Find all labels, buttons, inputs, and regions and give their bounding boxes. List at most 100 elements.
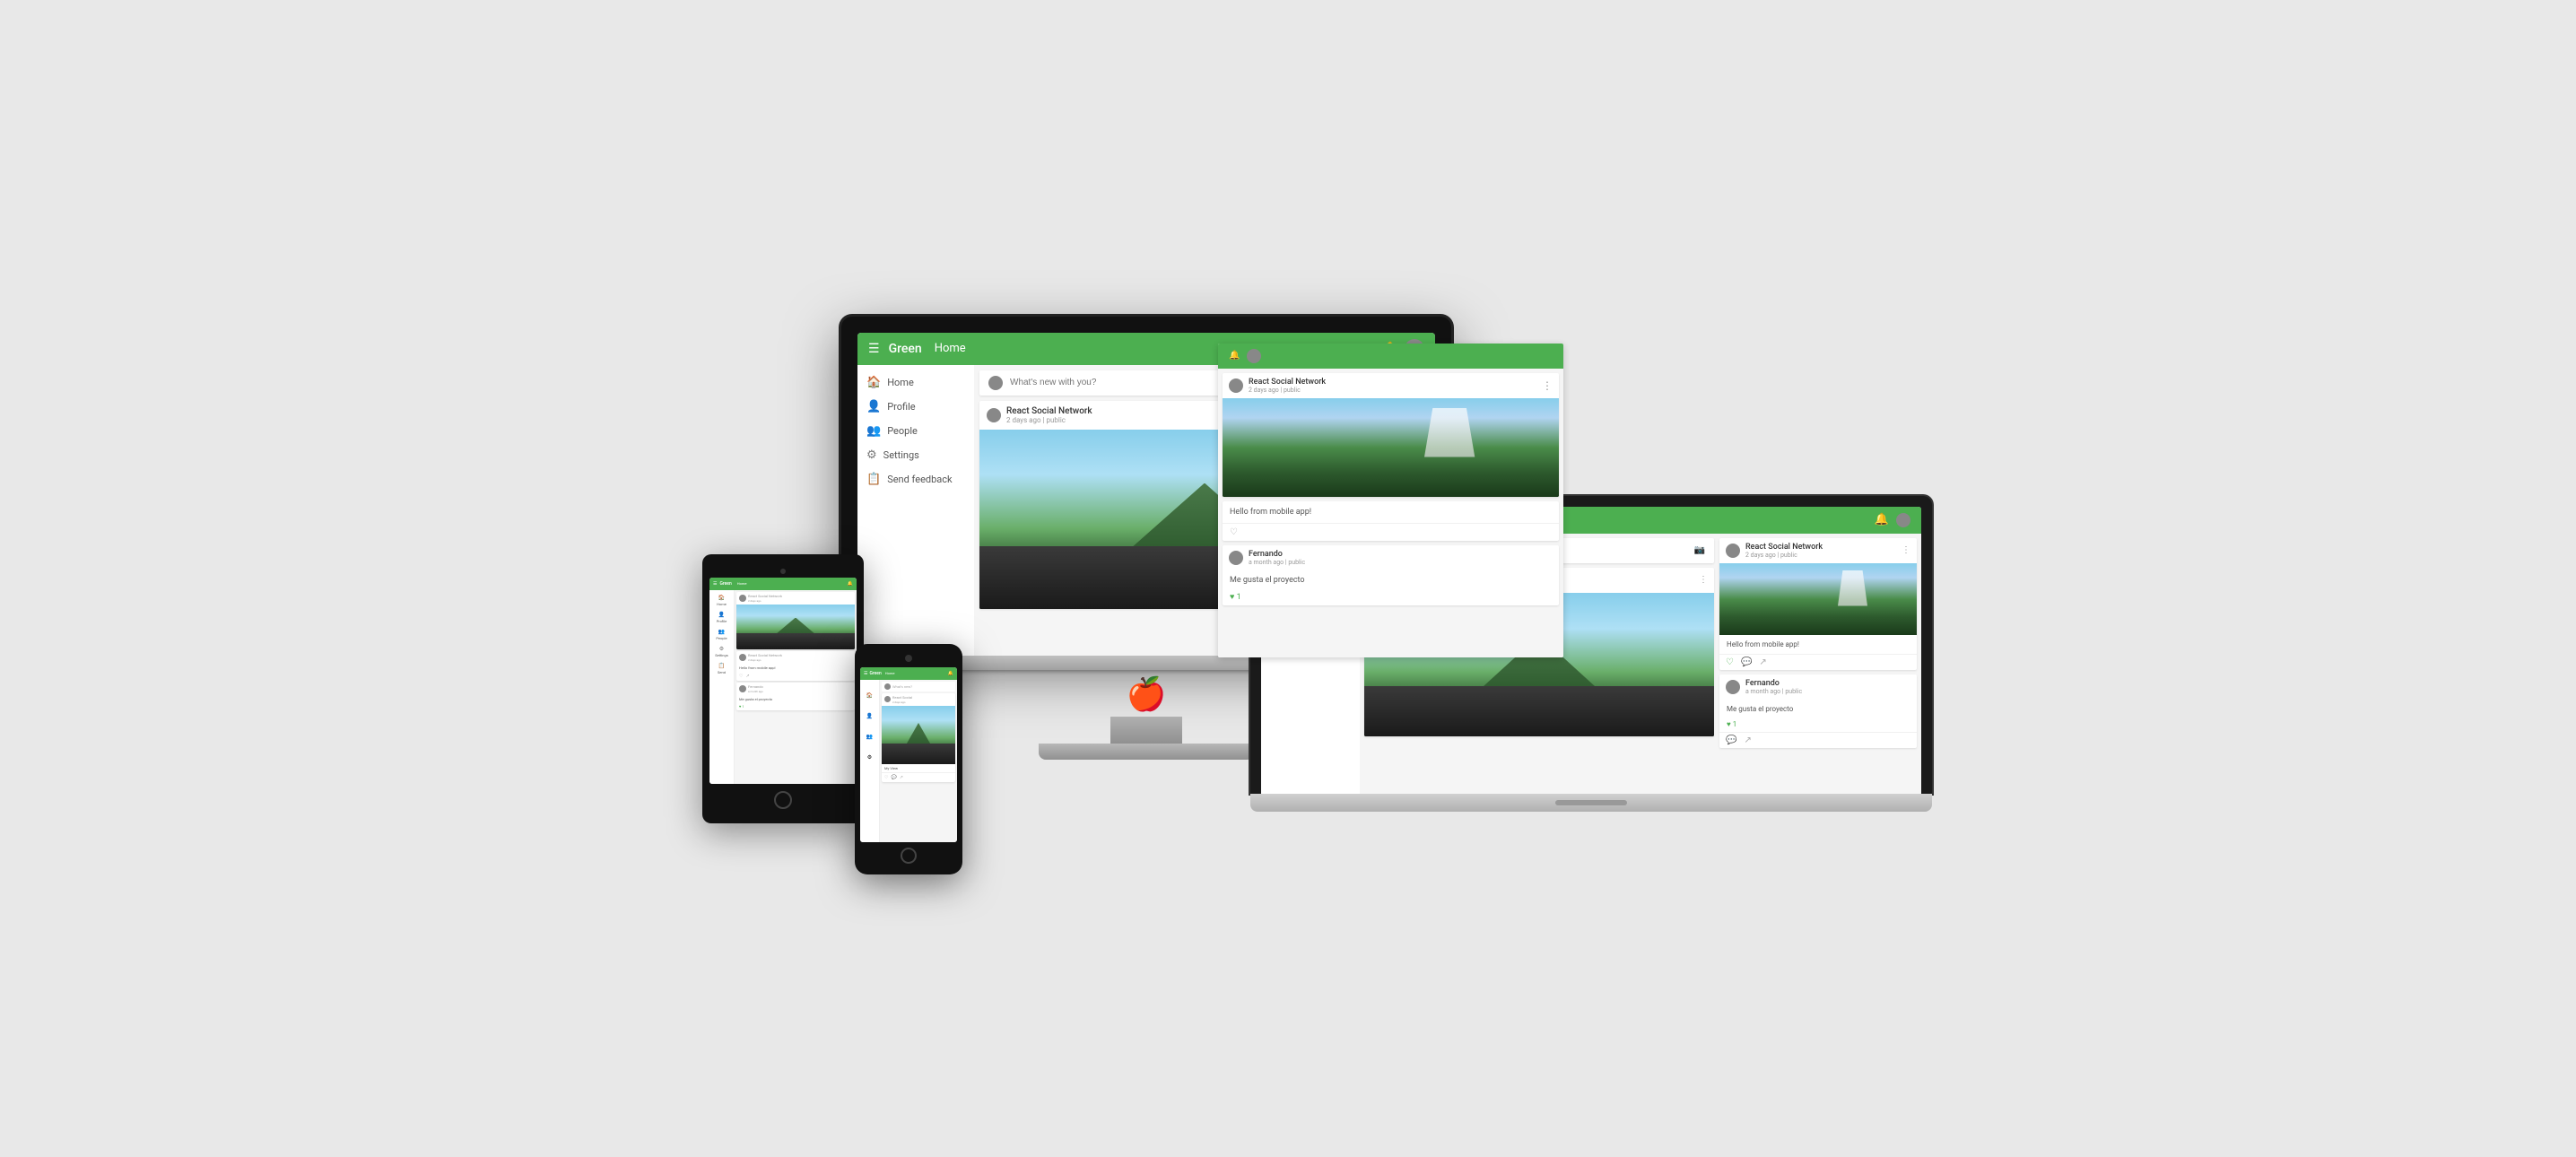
phone-compose: What's new? bbox=[882, 682, 955, 692]
phone-like-icon[interactable]: ♡ bbox=[884, 775, 888, 780]
mrp1-avatar bbox=[1229, 378, 1243, 393]
laptop-post-3-header: Fernando a month ago | public bbox=[1719, 674, 1917, 700]
monitor-right-avatar bbox=[1247, 349, 1261, 363]
tablet-p1-info: React Social Network2 days ago bbox=[748, 594, 782, 603]
laptop-post-2-image bbox=[1719, 563, 1917, 635]
phone-brand: Green bbox=[869, 671, 881, 676]
monitor-right-post-2: Hello from mobile app! ♡ bbox=[1223, 501, 1559, 541]
laptop-comment-icon[interactable]: 💬 bbox=[1741, 657, 1752, 667]
sidebar-item-profile[interactable]: 👤 Profile bbox=[857, 395, 974, 419]
phone-page: Home bbox=[885, 671, 948, 675]
mrp3-likes: ♥ 1 bbox=[1223, 590, 1559, 605]
laptop-camera-icon[interactable]: 📷 bbox=[1694, 545, 1705, 555]
monitor-right-post-3: Fernando a month ago | public Me gusta e… bbox=[1223, 545, 1559, 605]
compose-avatar bbox=[988, 376, 1003, 390]
phone-comment-icon[interactable]: 💬 bbox=[891, 775, 896, 780]
laptop-post-2-avatar bbox=[1726, 544, 1740, 558]
tablet-people-label: People bbox=[716, 636, 727, 640]
phone-p1-header: React Social2 days ago bbox=[882, 693, 955, 706]
phone-p1-actions: ♡ 💬 ↗ bbox=[882, 772, 955, 782]
tablet-home-label: Home bbox=[717, 602, 727, 606]
laptop-p3-share-icon[interactable]: ↗ bbox=[1744, 735, 1751, 745]
laptop-base bbox=[1250, 794, 1932, 812]
sidebar-item-settings[interactable]: ⚙ Settings bbox=[857, 443, 974, 467]
tablet-page: Home bbox=[737, 581, 848, 586]
tablet-sidebar: 🏠 Home 👤 Profile 👥 People ⚙ bbox=[709, 590, 735, 784]
monitor-right-bell: 🔔 bbox=[1229, 351, 1240, 361]
tablet-post-3-header: Fernandoa month ago bbox=[736, 683, 855, 695]
tablet-p3-info: Fernandoa month ago bbox=[748, 684, 763, 693]
phone-sidebar-home[interactable]: 🏠 bbox=[860, 682, 879, 702]
people-icon: 👥 bbox=[866, 424, 881, 438]
tablet-feedback-label: Send bbox=[718, 670, 726, 674]
tablet-appbar: ☰ Green Home 🔔 bbox=[709, 578, 857, 590]
tablet-profile-label: Profile bbox=[717, 619, 727, 623]
tablet-sidebar-home[interactable]: 🏠 Home bbox=[709, 592, 734, 609]
mrp1-image bbox=[1223, 398, 1559, 497]
phone-home-icon: 🏠 bbox=[866, 692, 873, 699]
phone-compose-avatar bbox=[884, 683, 891, 690]
laptop-p3-comment-icon[interactable]: 💬 bbox=[1726, 735, 1736, 745]
tablet-settings-icon: ⚙ bbox=[719, 646, 724, 652]
sidebar-item-home[interactable]: 🏠 Home bbox=[857, 370, 974, 395]
laptop-post-3-likes: ♥ 1 bbox=[1719, 718, 1917, 732]
phone-appbar: ☰ Green Home 🔔 bbox=[860, 667, 957, 680]
settings-icon: ⚙ bbox=[866, 448, 877, 462]
phone-compose-placeholder: What's new? bbox=[892, 684, 953, 689]
mrp1-meta: 2 days ago | public bbox=[1249, 387, 1536, 394]
phone-home-button[interactable] bbox=[901, 848, 917, 864]
monitor-stand-base bbox=[1039, 744, 1254, 760]
tablet-p2-text: Hello from mobile app! bbox=[736, 664, 855, 672]
tablet-brand: Green bbox=[719, 581, 731, 587]
tablet-sidebar-settings[interactable]: ⚙ Settings bbox=[709, 643, 734, 660]
tablet-sidebar-profile[interactable]: 👤 Profile bbox=[709, 609, 734, 626]
tablet-shell: ☰ Green Home 🔔 🏠 Home 👤 bbox=[702, 554, 864, 823]
phone-device: ☰ Green Home 🔔 🏠 👤 bbox=[855, 644, 962, 874]
profile-icon: 👤 bbox=[866, 400, 881, 413]
laptop-share-icon[interactable]: ↗ bbox=[1759, 657, 1766, 667]
brand-label: Green bbox=[889, 342, 922, 356]
mrp2-actions: ♡ bbox=[1223, 523, 1559, 541]
laptop-bell-icon[interactable]: 🔔 bbox=[1875, 513, 1889, 526]
phone-share-icon[interactable]: ↗ bbox=[900, 775, 903, 780]
laptop-post-2-more[interactable]: ⋮ bbox=[1902, 545, 1910, 555]
phone-sidebar-settings[interactable]: ⚙ bbox=[860, 744, 879, 764]
home-icon: 🏠 bbox=[866, 376, 881, 389]
phone-sidebar-people[interactable]: 👥 bbox=[860, 723, 879, 744]
laptop-post-2-header: React Social Network 2 days ago | public… bbox=[1719, 538, 1917, 563]
mrp2-like-icon[interactable]: ♡ bbox=[1230, 527, 1238, 537]
laptop-post-1-more[interactable]: ⋮ bbox=[1699, 575, 1708, 585]
laptop-post-3-info: Fernando a month ago | public bbox=[1745, 679, 1910, 695]
sidebar-label-home: Home bbox=[887, 377, 914, 388]
tablet-post-1-header: React Social Network2 days ago bbox=[736, 592, 855, 605]
tablet-sidebar-people[interactable]: 👥 People bbox=[709, 626, 734, 643]
tablet-p1-avatar bbox=[739, 595, 746, 602]
mrp3-info: Fernando a month ago | public bbox=[1249, 550, 1553, 566]
phone-menu-icon[interactable]: ☰ bbox=[864, 671, 867, 676]
laptop-avatar[interactable] bbox=[1896, 513, 1910, 527]
tablet-home-icon: 🏠 bbox=[718, 595, 725, 601]
laptop-like-icon[interactable]: ♡ bbox=[1726, 657, 1734, 667]
phone-sidebar: 🏠 👤 👥 ⚙ bbox=[860, 680, 880, 842]
mrp3-meta: a month ago | public bbox=[1249, 559, 1553, 566]
phone-shell: ☰ Green Home 🔔 🏠 👤 bbox=[855, 644, 962, 874]
tablet-settings-label: Settings bbox=[715, 653, 728, 657]
tablet-camera bbox=[780, 569, 786, 574]
tablet-sidebar-feedback[interactable]: 📋 Send bbox=[709, 660, 734, 677]
menu-icon[interactable]: ☰ bbox=[868, 342, 880, 356]
tablet-home-button[interactable] bbox=[774, 791, 792, 809]
laptop-post-2-actions: ♡ 💬 ↗ bbox=[1719, 654, 1917, 670]
mrp1-more[interactable]: ⋮ bbox=[1542, 379, 1553, 392]
phone-people-icon: 👥 bbox=[866, 734, 873, 740]
sidebar-item-feedback[interactable]: 📋 Send feedback bbox=[857, 467, 974, 492]
tablet-share-icon[interactable]: ↗ bbox=[745, 674, 749, 679]
tablet-menu-icon[interactable]: ☰ bbox=[713, 581, 717, 587]
phone-landscape bbox=[882, 706, 955, 764]
laptop-post-2: React Social Network 2 days ago | public… bbox=[1719, 538, 1917, 670]
sidebar-item-people[interactable]: 👥 People bbox=[857, 419, 974, 443]
tablet-p2-avatar bbox=[739, 654, 746, 661]
monitor-sidebar: 🏠 Home 👤 Profile 👥 People ⚙ bbox=[857, 365, 974, 656]
phone-sidebar-profile[interactable]: 👤 bbox=[860, 702, 879, 723]
tablet-like-icon[interactable]: ♡ bbox=[739, 674, 743, 679]
mrp2-text: Hello from mobile app! bbox=[1223, 501, 1559, 523]
